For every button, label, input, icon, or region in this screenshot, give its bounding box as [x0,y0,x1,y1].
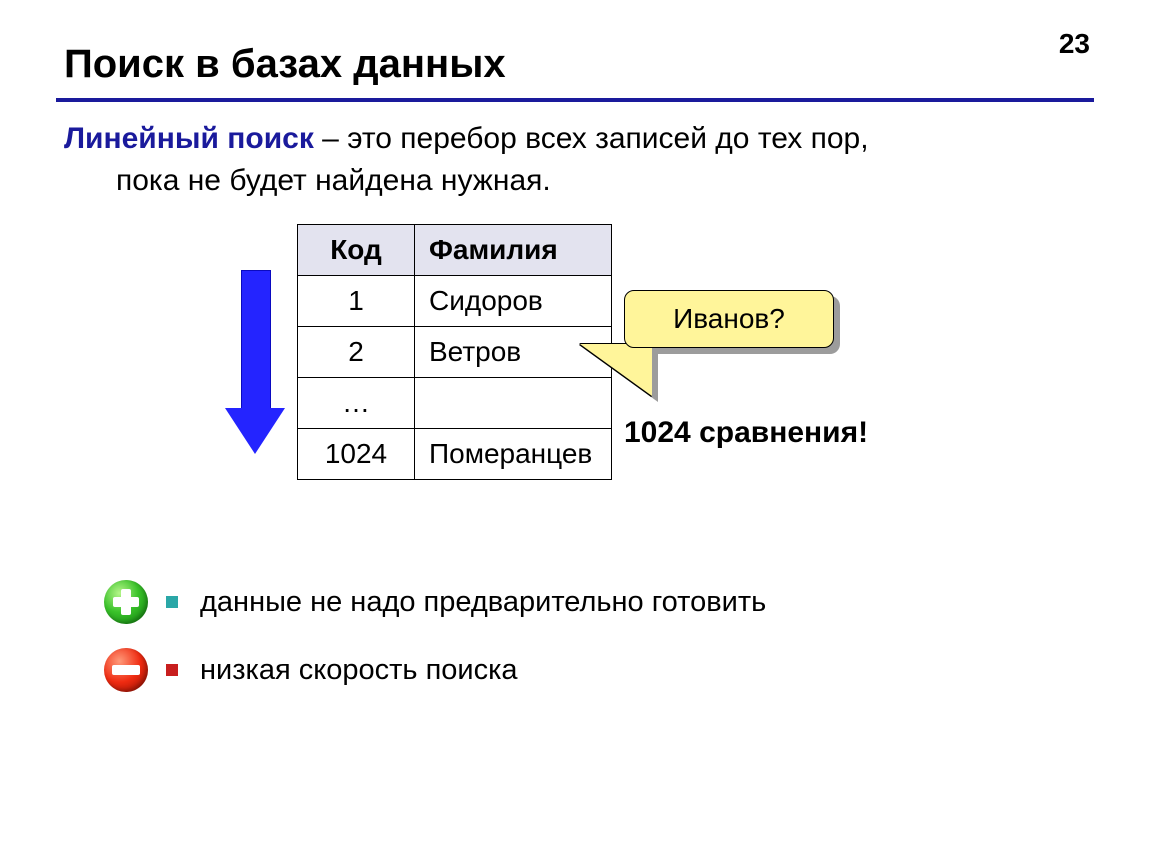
cell-name: Сидоров [415,276,612,327]
bullet-marker [166,596,178,608]
table-header-row: Код Фамилия [298,225,612,276]
slide-title: Поиск в базах данных [64,42,506,87]
callout-tail [580,344,652,396]
slide: 23 Поиск в базах данных Линейный поиск –… [0,0,1150,864]
cell-code: 2 [298,327,415,378]
callout-bubble: Иванов? [624,290,834,348]
title-rule [56,98,1094,102]
callout-text: Иванов? [673,303,785,335]
cell-name: Померанцев [415,429,612,480]
cell-code: 1024 [298,429,415,480]
plus-icon [104,580,148,624]
table-row: 1 Сидоров [298,276,612,327]
pro-row: данные не надо предварительно готовить [104,580,766,624]
cell-code: 1 [298,276,415,327]
header-code: Код [298,225,415,276]
pro-text: данные не надо предварительно готовить [200,586,766,619]
table-row: 1024 Померанцев [298,429,612,480]
page-number: 23 [1059,28,1090,60]
definition-term: Линейный поиск [64,122,314,155]
table-row: … [298,378,612,429]
con-text: низкая скорость поиска [200,654,518,687]
minus-icon [104,648,148,692]
header-name: Фамилия [415,225,612,276]
down-arrow-icon [225,270,285,460]
definition-line2: пока не будет найдена нужная. [64,160,1064,202]
bullet-marker [166,664,178,676]
definition-rest-line1: – это перебор всех записей до тех пор, [314,122,869,155]
data-table: Код Фамилия 1 Сидоров 2 Ветров … 1024 По… [297,224,612,480]
cell-code: … [298,378,415,429]
callout: Иванов? [624,290,854,410]
definition-paragraph: Линейный поиск – это перебор всех записе… [64,118,1064,202]
table-row: 2 Ветров [298,327,612,378]
comparisons-label: 1024 сравнения! [624,416,868,450]
con-row: низкая скорость поиска [104,648,518,692]
